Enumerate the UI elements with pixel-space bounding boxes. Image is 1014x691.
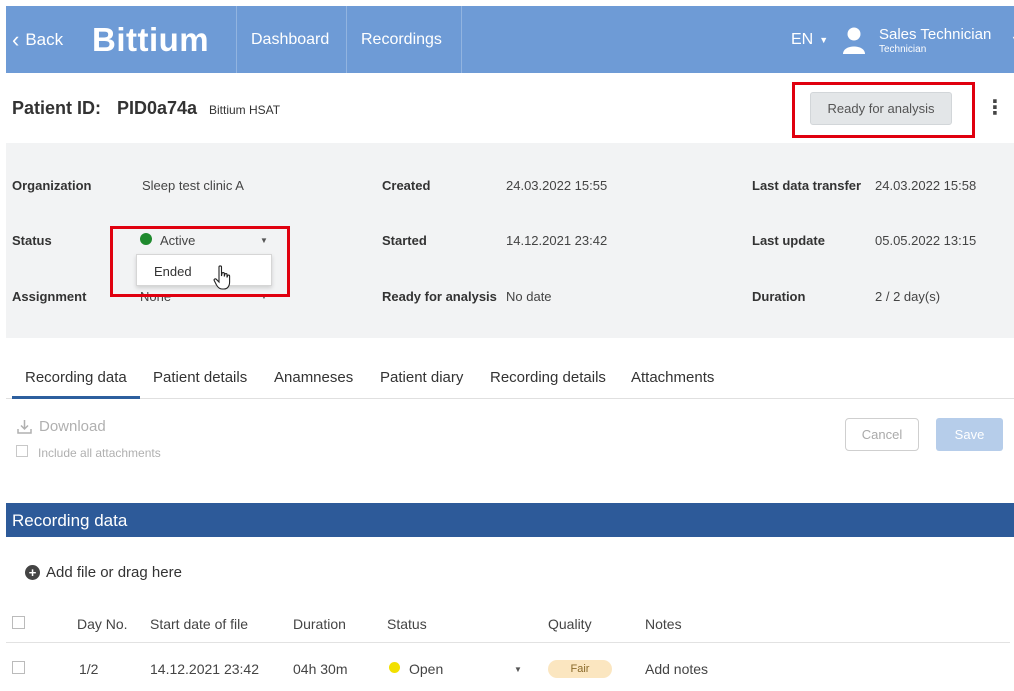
chevron-left-icon: ‹ <box>12 26 20 52</box>
last-update-label: Last update <box>752 233 825 248</box>
started-label: Started <box>382 233 427 248</box>
column-header-status[interactable]: Status <box>387 616 427 632</box>
row-day: 1/2 <box>79 661 99 677</box>
status-label: Status <box>12 233 52 248</box>
highlight-box <box>110 226 290 297</box>
nav-divider <box>236 6 237 73</box>
duration-label: Duration <box>752 289 806 304</box>
include-attachments-checkbox[interactable] <box>16 445 28 457</box>
ready-for-analysis-value: No date <box>506 289 552 304</box>
user-menu[interactable]: Sales Technician Technician ▼ <box>879 26 1014 55</box>
select-all-checkbox[interactable] <box>12 616 25 629</box>
quality-badge: Fair <box>548 660 612 678</box>
user-icon[interactable] <box>842 26 866 54</box>
nav-divider <box>346 6 347 73</box>
assignment-label: Assignment <box>12 289 87 304</box>
device-type: Bittium HSAT <box>209 103 281 117</box>
save-button[interactable]: Save <box>936 418 1003 451</box>
organization-label: Organization <box>12 178 92 193</box>
language-label: EN <box>791 30 814 48</box>
patient-id-value: PID0a74a <box>117 98 198 118</box>
last-update-value: 05.05.2022 13:15 <box>875 233 977 248</box>
plus-circle-icon: + <box>25 565 40 580</box>
back-button[interactable]: ‹ Back <box>12 6 63 73</box>
user-role: Technician <box>879 44 927 55</box>
download-label: Download <box>39 418 106 435</box>
row-start-date: 14.12.2021 23:42 <box>150 661 259 677</box>
last-data-transfer-value: 24.03.2022 15:58 <box>875 178 977 193</box>
add-notes-link[interactable]: Add notes <box>645 661 708 677</box>
row-checkbox[interactable] <box>12 661 25 674</box>
brand-logo[interactable]: Bittium <box>92 6 209 73</box>
row-duration: 04h 30m <box>293 661 348 677</box>
kebab-menu-icon[interactable]: ⋮ <box>985 98 1005 118</box>
row-status-select[interactable]: Open <box>409 661 443 677</box>
add-file-label: Add file or drag here <box>46 564 182 581</box>
active-tab-indicator <box>12 396 140 399</box>
ready-for-analysis-label: Ready for analysis <box>382 289 497 304</box>
status-open-icon <box>389 662 400 673</box>
table-divider <box>6 642 1010 643</box>
top-nav-bar: ‹ Back Bittium Dashboard Recordings EN ▼… <box>6 6 1014 73</box>
column-header-quality[interactable]: Quality <box>548 616 592 632</box>
organization-value: Sleep test clinic A <box>142 178 244 193</box>
download-button[interactable]: Download <box>16 418 106 435</box>
tab-divider <box>6 398 1014 399</box>
last-data-transfer-label: Last data transfer <box>752 178 862 193</box>
highlight-box <box>792 82 975 138</box>
cancel-button[interactable]: Cancel <box>845 418 919 451</box>
nav-dashboard[interactable]: Dashboard <box>251 6 329 73</box>
add-file-button[interactable]: + Add file or drag here <box>25 564 182 581</box>
tab-attachments[interactable]: Attachments <box>631 369 714 386</box>
section-title: Recording data <box>12 511 128 530</box>
started-value: 14.12.2021 23:42 <box>506 233 608 248</box>
created-value: 24.03.2022 15:55 <box>506 178 608 193</box>
created-label: Created <box>382 178 431 193</box>
include-attachments-label: Include all attachments <box>38 446 161 460</box>
nav-divider <box>461 6 462 73</box>
tab-anamneses[interactable]: Anamneses <box>274 369 353 386</box>
tab-patient-diary[interactable]: Patient diary <box>380 369 463 386</box>
column-header-day[interactable]: Day No. <box>77 616 128 632</box>
column-header-start-date[interactable]: Start date of file <box>150 616 248 632</box>
duration-value: 2 / 2 day(s) <box>875 289 941 304</box>
user-name: Sales Technician <box>879 26 992 43</box>
tab-recording-details[interactable]: Recording details <box>490 369 606 386</box>
tab-recording-data[interactable]: Recording data <box>25 369 127 386</box>
download-icon <box>17 420 32 434</box>
recording-data-header-bar <box>6 503 1014 537</box>
tab-patient-details[interactable]: Patient details <box>153 369 247 386</box>
nav-recordings[interactable]: Recordings <box>361 6 442 73</box>
back-label: Back <box>25 29 64 49</box>
column-header-duration[interactable]: Duration <box>293 616 346 632</box>
caret-down-icon: ▼ <box>819 34 829 45</box>
language-selector[interactable]: EN ▼ <box>791 6 828 73</box>
patient-id-label: Patient ID: <box>12 98 102 118</box>
caret-down-icon[interactable]: ▼ <box>514 665 522 674</box>
column-header-notes[interactable]: Notes <box>645 616 682 632</box>
